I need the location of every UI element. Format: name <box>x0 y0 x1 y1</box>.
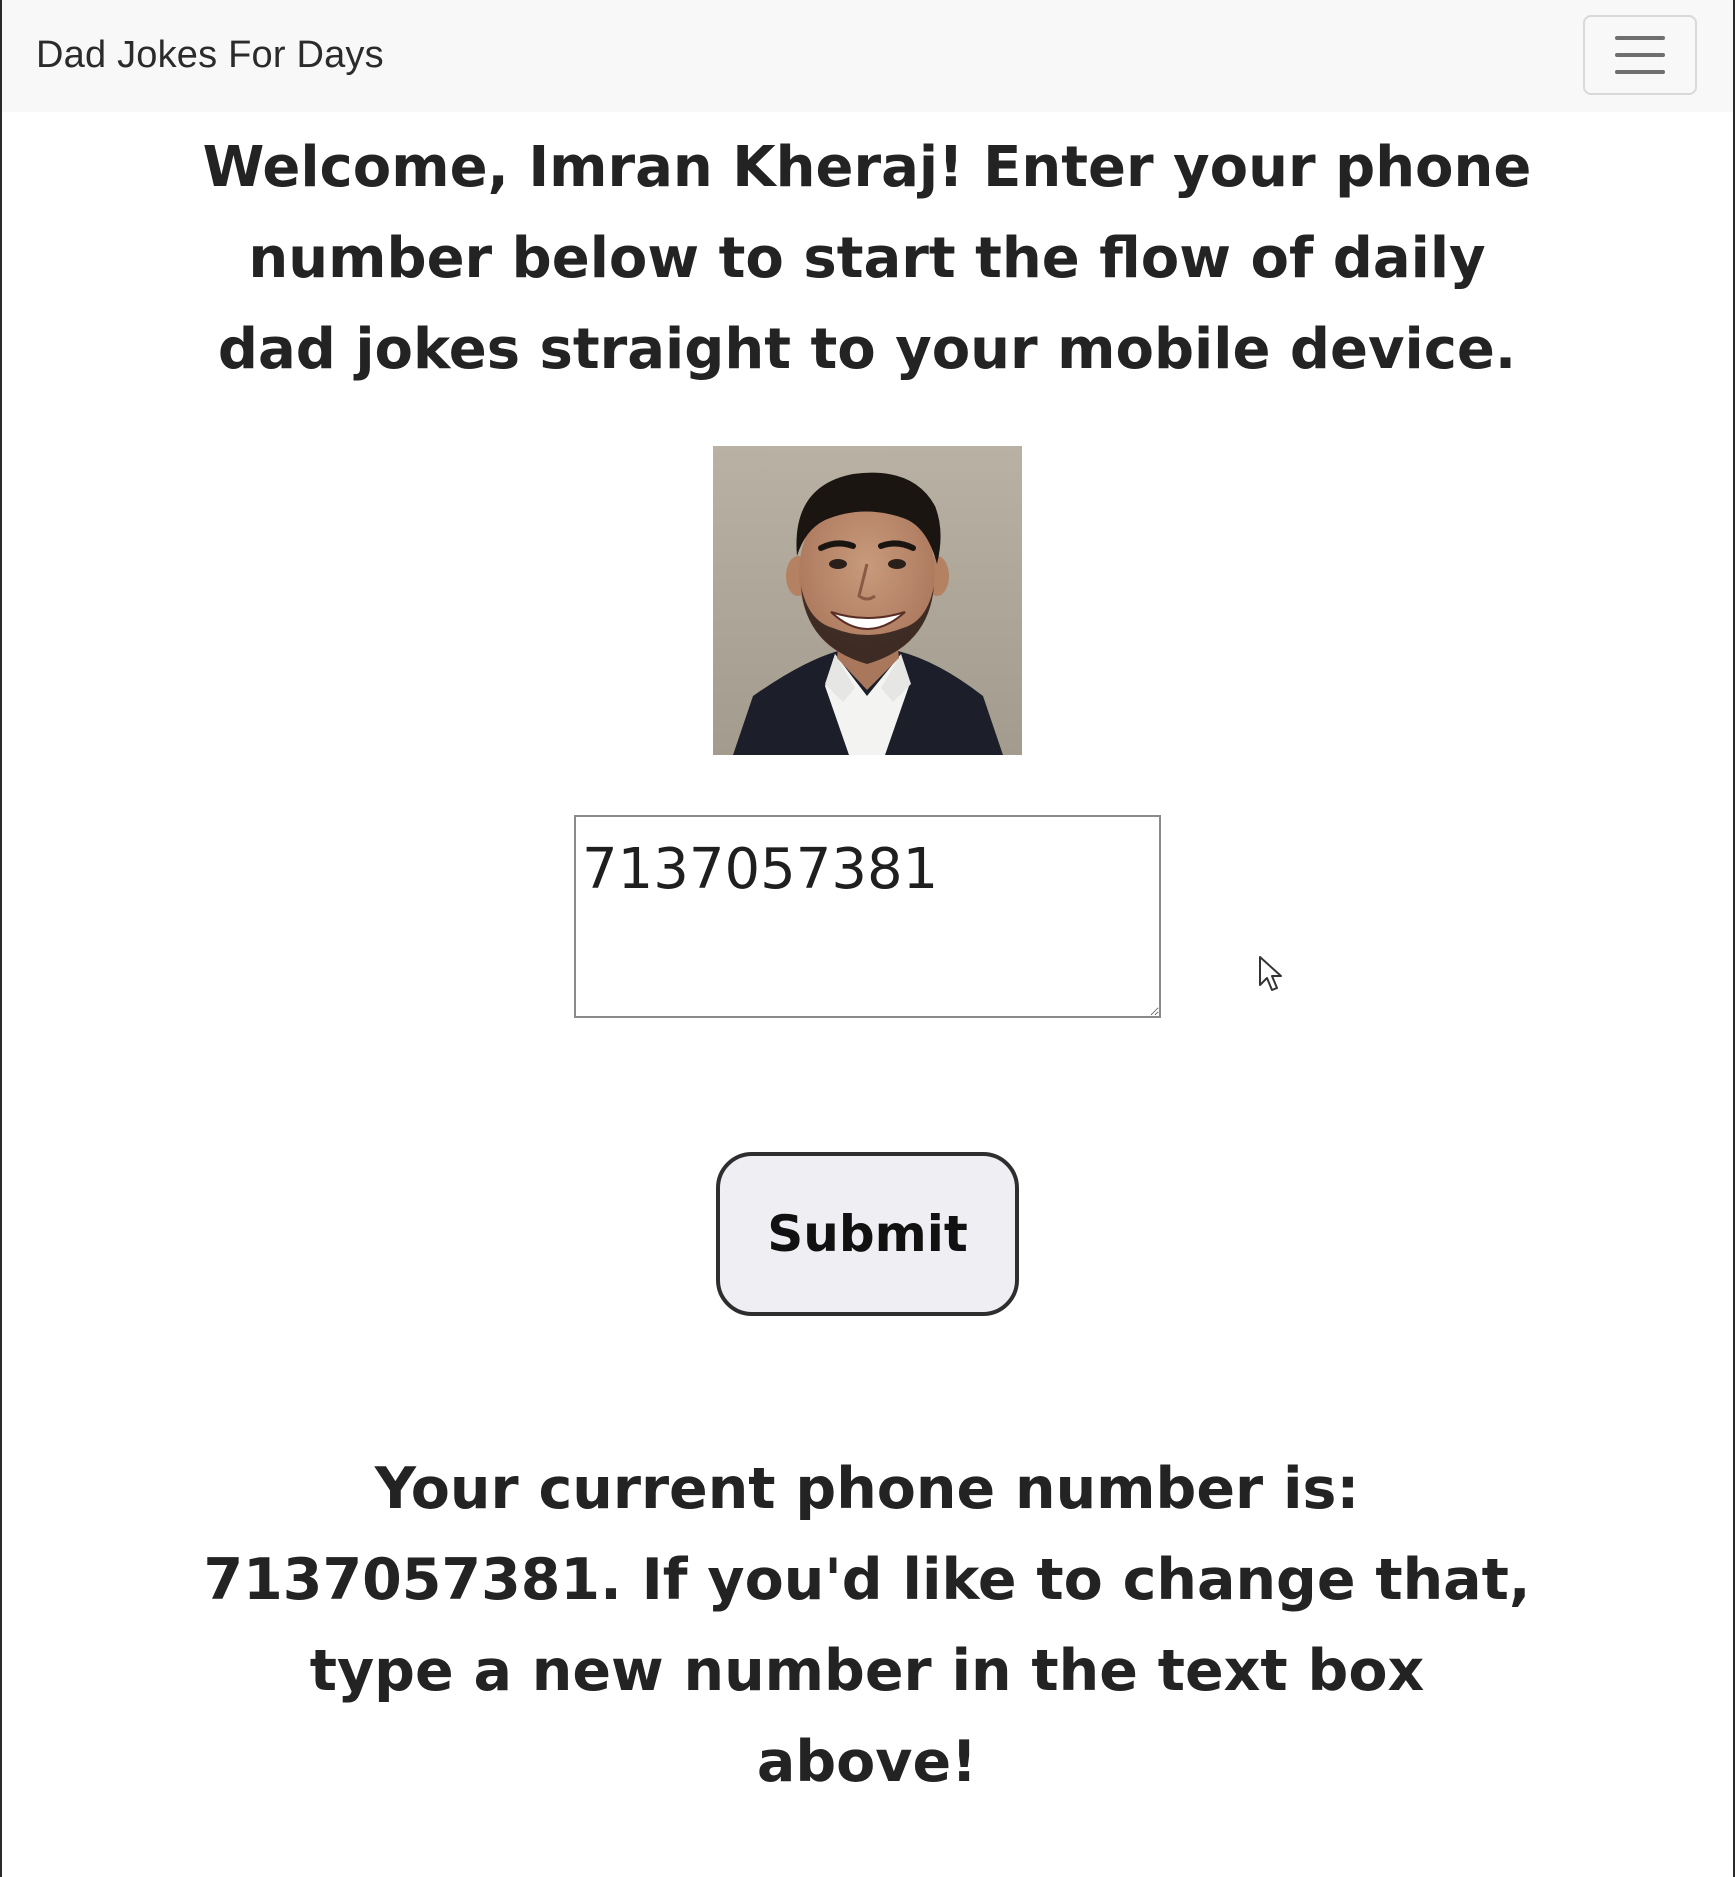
phone-number-input[interactable]: 7137057381 <box>574 815 1161 1018</box>
menu-toggle-button[interactable] <box>1583 15 1697 95</box>
navbar: Dad Jokes For Days <box>2 0 1733 112</box>
hamburger-menu-icon <box>1615 36 1665 74</box>
navbar-brand[interactable]: Dad Jokes For Days <box>36 34 384 77</box>
submit-button[interactable]: Submit <box>716 1152 1019 1316</box>
current-phone-message: Your current phone number is: 7137057381… <box>203 1456 1531 1795</box>
page: Dad Jokes For Days Welcome, Imran Kheraj… <box>0 0 1735 1877</box>
profile-photo <box>713 446 1022 755</box>
welcome-heading: Welcome, Imran Kheraj! Enter your phone … <box>202 135 1532 382</box>
mouse-cursor-icon <box>1259 956 1282 991</box>
